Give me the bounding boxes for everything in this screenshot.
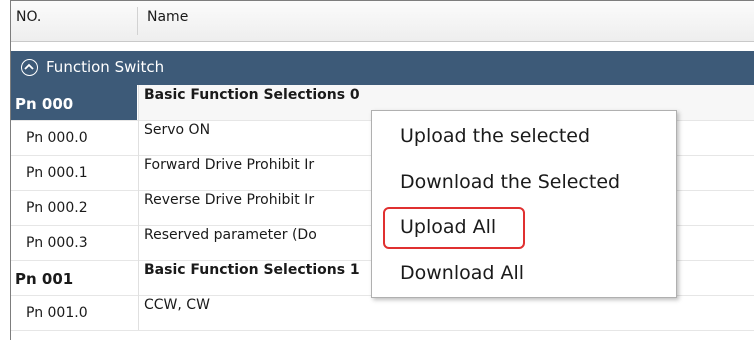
- row-number: Pn 000.0: [26, 130, 88, 146]
- column-header-no[interactable]: NO.: [16, 9, 41, 25]
- row-number: Pn 001.0: [26, 305, 88, 321]
- menu-item-upload-all[interactable]: Upload All: [400, 216, 496, 238]
- row-number: Pn 000.2: [26, 200, 88, 216]
- row-name: Basic Function Selections 0: [144, 87, 360, 103]
- row-name: Reserved parameter (Do: [144, 227, 317, 243]
- row-number: Pn 001: [15, 270, 74, 288]
- row-number: Pn 000.1: [26, 165, 88, 181]
- row-name: Reverse Drive Prohibit Ir: [144, 192, 315, 208]
- column-separator[interactable]: [137, 7, 138, 35]
- table-header: NO. Name: [11, 1, 754, 42]
- collapse-icon[interactable]: [21, 59, 38, 76]
- table-row[interactable]: Pn 001.0 CCW, CW: [11, 295, 754, 331]
- row-number: Pn 000.3: [26, 235, 88, 251]
- group-label: Function Switch: [46, 58, 165, 76]
- row-name: Forward Drive Prohibit Ir: [144, 157, 315, 173]
- context-menu: Upload the selected Download the Selecte…: [371, 110, 677, 298]
- menu-item-upload-selected[interactable]: Upload the selected: [400, 125, 590, 147]
- column-header-name[interactable]: Name: [147, 9, 188, 25]
- row-name: CCW, CW: [144, 297, 210, 313]
- row-name: Servo ON: [144, 122, 211, 138]
- menu-item-download-all[interactable]: Download All: [400, 262, 524, 284]
- menu-item-download-selected[interactable]: Download the Selected: [400, 171, 620, 193]
- row-name: Basic Function Selections 1: [144, 262, 360, 278]
- group-header-function-switch[interactable]: Function Switch: [11, 51, 754, 85]
- row-number: Pn 000: [15, 95, 74, 113]
